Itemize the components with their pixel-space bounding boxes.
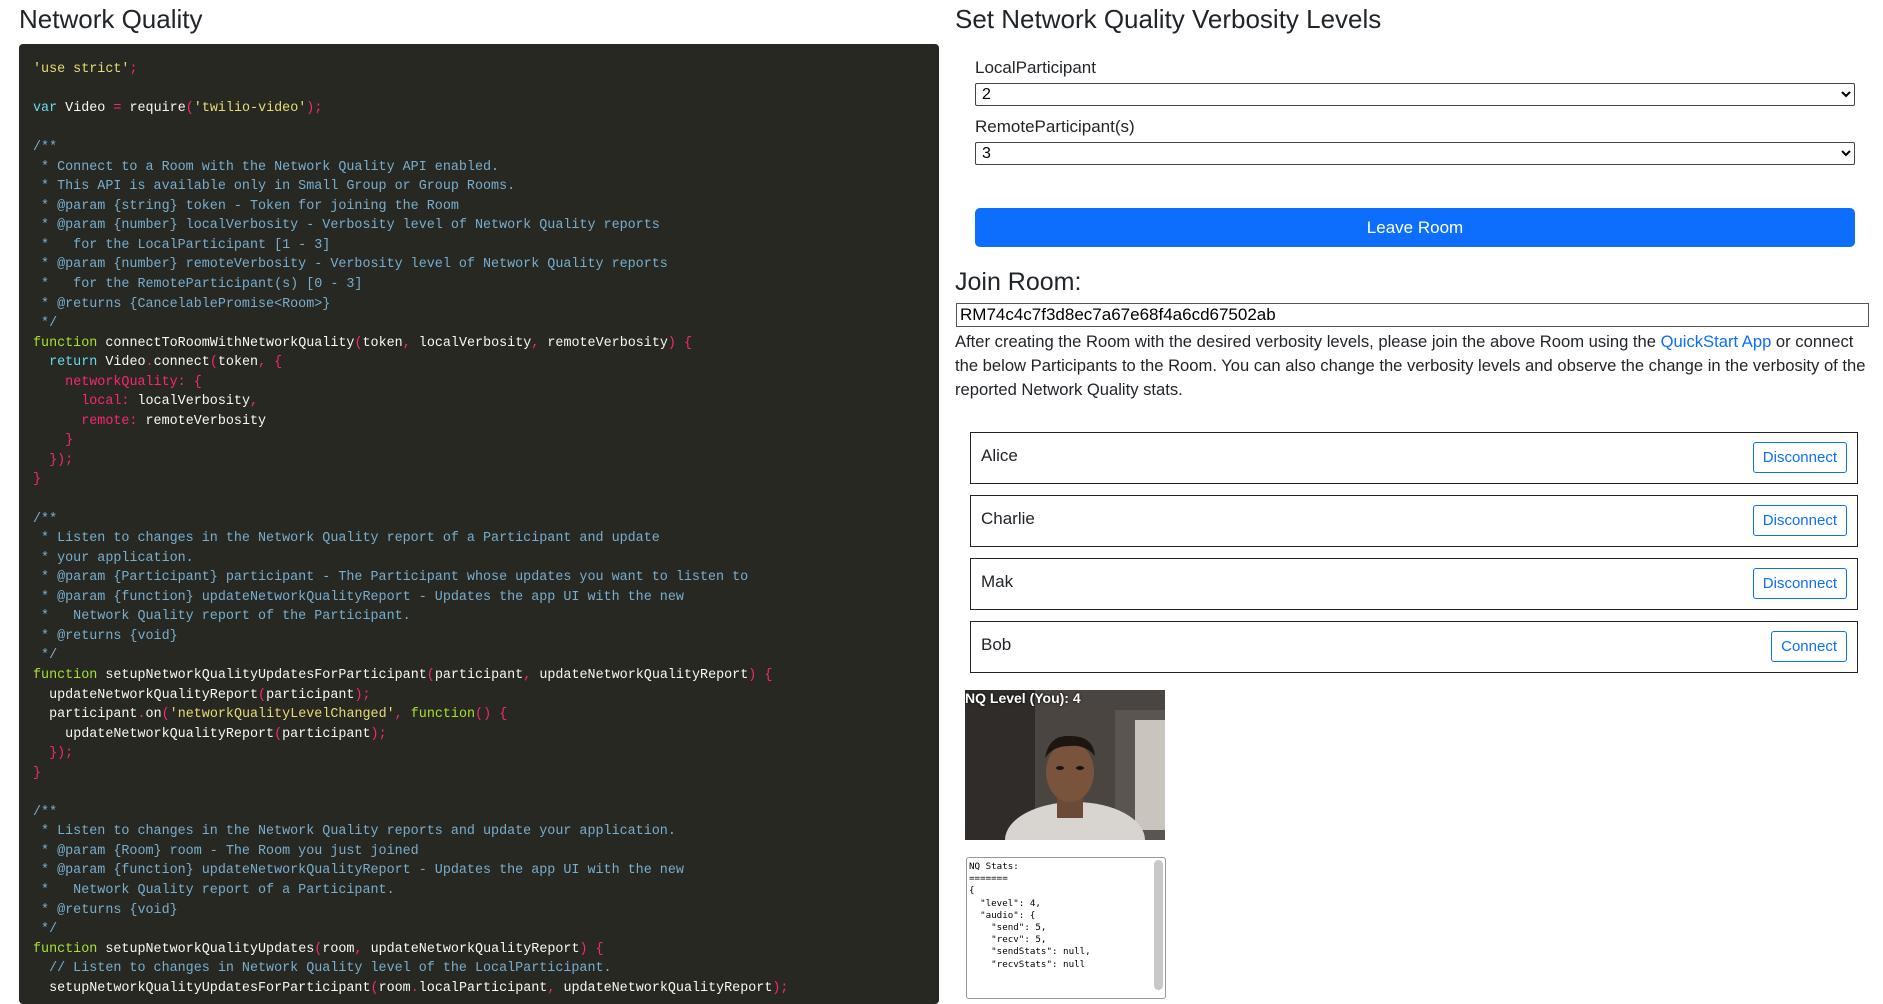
- code-line: /**: [33, 804, 58, 820]
- code-line: * @param {number} localVerbosity - Verbo…: [33, 218, 660, 234]
- code-line: * Connect to a Room with the Network Qua…: [33, 159, 500, 175]
- code-line: * @param {function} updateNetworkQuality…: [33, 863, 684, 879]
- code-line: /**: [33, 140, 58, 156]
- participant-card-alice: Alice Disconnect: [970, 432, 1858, 484]
- nq-stats-text: NQ Stats: ======= { "level": 4, "audio":…: [969, 861, 1091, 970]
- local-participant-label: LocalParticipant: [975, 58, 1096, 77]
- code-line: networkQuality: {: [65, 374, 202, 390]
- code-line: * Listen to changes in the Network Quali…: [33, 824, 676, 840]
- code-line: updateNetworkQualityReport(participant);: [49, 687, 371, 703]
- code-line: function connectToRoomWithNetworkQuality…: [33, 335, 693, 351]
- code-line: * @param {string} token - Token for join…: [33, 198, 459, 214]
- disconnect-alice-button[interactable]: Disconnect: [1752, 442, 1847, 473]
- code-line: * @param {function} updateNetworkQuality…: [33, 589, 684, 605]
- code-line: }: [65, 433, 74, 449]
- code-line: * @returns {void}: [33, 902, 178, 918]
- code-line: function setupNetworkQualityUpdates(room…: [33, 941, 604, 957]
- remote-verbosity-select[interactable]: 3: [975, 142, 1855, 165]
- nq-stats-panel[interactable]: NQ Stats: ======= { "level": 4, "audio":…: [966, 857, 1166, 999]
- remote-participant-label: RemoteParticipant(s): [975, 117, 1135, 136]
- code-line: remote: remoteVerbosity: [81, 413, 267, 429]
- code-line: * @param {Participant} participant - The…: [33, 570, 749, 586]
- verbosity-title: Set Network Quality Verbosity Levels: [955, 4, 1382, 34]
- code-line: }: [33, 472, 42, 488]
- code-line: // Listen to changes in Network Quality …: [33, 961, 612, 977]
- code-line: * @param {number} remoteVerbosity - Verb…: [33, 257, 668, 273]
- code-line: * Network Quality report of the Particip…: [33, 609, 411, 625]
- code-line: * your application.: [33, 550, 194, 566]
- stats-scrollbar[interactable]: [1154, 860, 1163, 990]
- code-line: }: [33, 765, 42, 781]
- code-line: */: [33, 316, 58, 332]
- code-line: * @returns {CancelablePromise<Room>}: [33, 296, 331, 312]
- network-quality-title: Network Quality: [19, 4, 203, 34]
- instructions-text: After creating the Room with the desired…: [955, 332, 1866, 399]
- participant-card-bob: Bob Connect: [970, 621, 1858, 673]
- code-line: * for the RemoteParticipant(s) [0 - 3]: [33, 277, 363, 293]
- disconnect-charlie-button[interactable]: Disconnect: [1752, 505, 1847, 536]
- code-line: * for the LocalParticipant [1 - 3]: [33, 237, 331, 253]
- code-line: var Video = require('twilio-video');: [33, 101, 323, 117]
- code-line: local: localVerbosity,: [81, 394, 259, 410]
- code-line: });: [49, 746, 74, 762]
- participant-card-mak: Mak Disconnect: [970, 558, 1858, 610]
- connect-bob-button[interactable]: Connect: [1771, 631, 1847, 662]
- code-line: * This API is available only in Small Gr…: [33, 179, 516, 195]
- room-sid-input[interactable]: [956, 303, 1869, 327]
- quickstart-app-link[interactable]: QuickStart App: [1661, 332, 1772, 351]
- code-line: participant.on('networkQualityLevelChang…: [49, 707, 508, 723]
- code-line: * @returns {void}: [33, 628, 178, 644]
- local-video: NQ Level (You): 4: [965, 690, 1165, 840]
- code-line: */: [33, 648, 58, 664]
- code-line: */: [33, 922, 58, 938]
- leave-room-button[interactable]: Leave Room: [975, 208, 1855, 247]
- code-panel[interactable]: 'use strict'; var Video = require('twili…: [19, 44, 939, 1004]
- nq-level-label: NQ Level (You): 4: [965, 690, 1081, 706]
- participant-name: Alice: [981, 446, 1018, 465]
- code-line: 'use strict';: [33, 62, 138, 77]
- participant-card-charlie: Charlie Disconnect: [970, 495, 1858, 547]
- video-frame-image: [965, 690, 1165, 840]
- code-line: * @param {Room} room - The Room you just…: [33, 843, 419, 859]
- participant-name: Mak: [981, 572, 1014, 591]
- disconnect-mak-button[interactable]: Disconnect: [1752, 568, 1847, 599]
- code-line: * Network Quality report of a Participan…: [33, 882, 395, 898]
- code-block: 'use strict'; var Video = require('twili…: [19, 44, 939, 998]
- code-line: setupNetworkQualityUpdatesForParticipant…: [49, 980, 789, 996]
- participant-name: Charlie: [981, 509, 1035, 528]
- code-line: });: [49, 452, 74, 468]
- code-line: * Listen to changes in the Network Quali…: [33, 531, 660, 547]
- join-room-title: Join Room:: [955, 268, 1082, 296]
- code-line: return Video.connect(token, {: [49, 355, 283, 371]
- code-line: updateNetworkQualityReport(participant);: [65, 726, 387, 742]
- local-verbosity-select[interactable]: 2: [975, 83, 1855, 106]
- code-line: /**: [33, 511, 58, 527]
- participant-name: Bob: [981, 635, 1012, 654]
- code-line: function setupNetworkQualityUpdatesForPa…: [33, 667, 773, 683]
